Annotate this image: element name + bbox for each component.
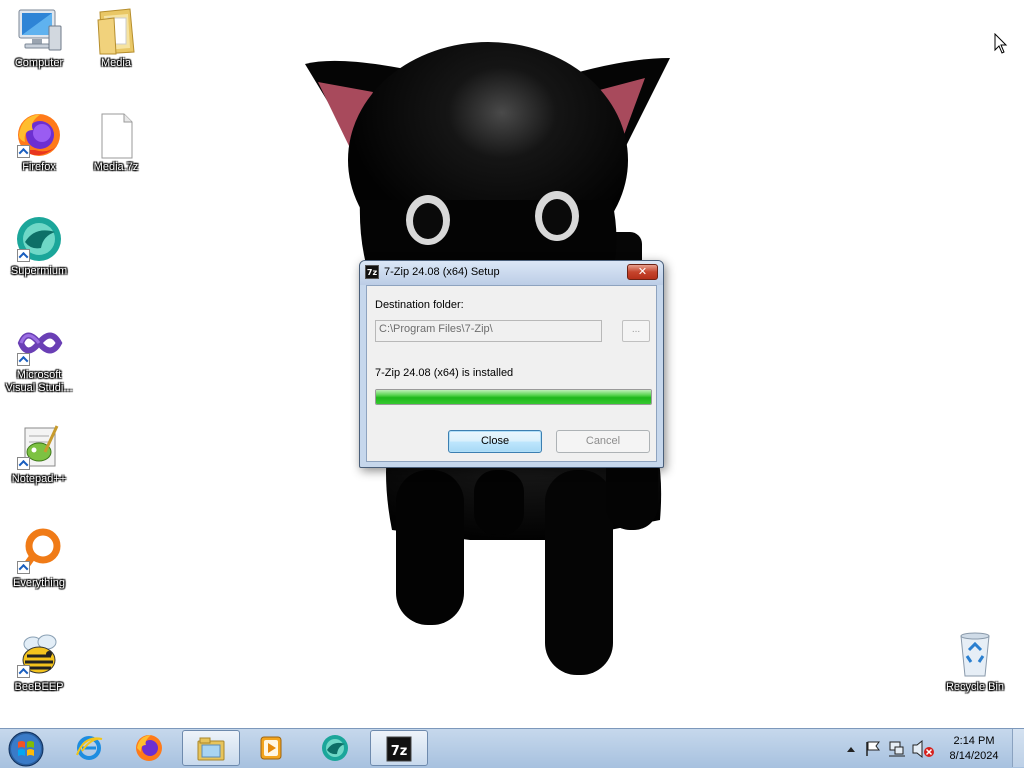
explorer-folder-icon bbox=[197, 737, 225, 761]
setup-dialog: 7z 7-Zip 24.08 (x64) Setup ✕ Destination… bbox=[359, 260, 664, 468]
shortcut-arrow-icon bbox=[17, 457, 30, 470]
desktop-icon-computer[interactable]: Computer bbox=[1, 6, 77, 70]
desktop-icon-beebeep[interactable]: BeeBEEP bbox=[1, 630, 77, 694]
browse-button[interactable]: ... bbox=[622, 320, 650, 342]
shortcut-arrow-icon bbox=[17, 249, 30, 262]
desktop-icon-label: BeeBEEP bbox=[14, 681, 64, 693]
volume-muted-icon[interactable] bbox=[912, 739, 934, 759]
desktop-icon-label: Microsoft Visual Studi... bbox=[5, 369, 73, 394]
desktop-icon-label: Everything bbox=[13, 577, 65, 589]
mouse-cursor-icon bbox=[994, 33, 1008, 54]
show-hidden-icons-icon[interactable] bbox=[847, 747, 855, 752]
dialog-title: 7-Zip 24.08 (x64) Setup bbox=[384, 266, 500, 278]
action-center-flag-icon[interactable] bbox=[866, 741, 880, 756]
desktop-icon-label: Media.7z bbox=[93, 161, 139, 173]
dialog-titlebar[interactable]: 7z 7-Zip 24.08 (x64) Setup ✕ bbox=[360, 261, 663, 285]
destination-label: Destination folder: bbox=[375, 299, 464, 311]
desktop-icon-media-7z[interactable]: Media.7z bbox=[78, 110, 154, 174]
dialog-body: Destination folder: C:\Program Files\7-Z… bbox=[366, 285, 657, 462]
clock-date: 8/14/2024 bbox=[949, 750, 999, 762]
desktop-icon-label: Notepad++ bbox=[11, 473, 67, 485]
start-button[interactable] bbox=[4, 730, 48, 768]
desktop-icon-media[interactable]: Media bbox=[78, 6, 154, 70]
progress-fill bbox=[376, 390, 651, 404]
install-progress-bar bbox=[375, 389, 652, 405]
clock-time: 2:14 PM bbox=[953, 735, 995, 747]
desktop-icon-supermium[interactable]: Supermium bbox=[1, 214, 77, 278]
shortcut-arrow-icon bbox=[17, 561, 30, 574]
taskbar-firefox[interactable] bbox=[121, 730, 179, 766]
desktop-icon-everything[interactable]: Everything bbox=[1, 526, 77, 590]
taskbar-7zip-setup[interactable]: 7z bbox=[370, 730, 428, 766]
system-clock[interactable]: 2:14 PM 8/14/2024 bbox=[940, 734, 1008, 764]
firefox-icon bbox=[136, 735, 162, 761]
desktop-icon-notepadplusplus[interactable]: Notepad++ bbox=[1, 422, 77, 486]
taskbar-windows-explorer[interactable] bbox=[182, 730, 240, 766]
close-button[interactable]: Close bbox=[448, 430, 542, 453]
shortcut-arrow-icon bbox=[17, 353, 30, 366]
network-icon[interactable] bbox=[889, 741, 905, 757]
install-status-text: 7-Zip 24.08 (x64) is installed bbox=[375, 367, 514, 379]
window-close-button[interactable]: ✕ bbox=[627, 264, 658, 280]
folder-icon bbox=[97, 8, 135, 55]
destination-folder-field[interactable]: C:\Program Files\7-Zip\ bbox=[375, 320, 602, 342]
computer-icon bbox=[18, 9, 62, 51]
7zip-icon: 7z bbox=[365, 265, 379, 279]
desktop-icon-visual-studio[interactable]: Microsoft Visual Studi... bbox=[1, 318, 77, 395]
desktop-icon-firefox[interactable]: Firefox bbox=[1, 110, 77, 174]
desktop-icon-label: Supermium bbox=[10, 265, 68, 277]
shortcut-arrow-icon bbox=[17, 145, 30, 158]
desktop-icon-label: Computer bbox=[14, 57, 64, 69]
shortcut-arrow-icon bbox=[17, 665, 30, 678]
svg-text:7z: 7z bbox=[391, 744, 408, 759]
taskbar: 7z 2:14 PM 8/14/2024 bbox=[0, 728, 1024, 768]
desktop-icon-label: Recycle Bin bbox=[945, 681, 1005, 693]
desktop-icon-recycle-bin[interactable]: Recycle Bin bbox=[937, 630, 1013, 694]
taskbar-supermium[interactable] bbox=[307, 730, 365, 766]
desktop-icon-label: Media bbox=[101, 57, 131, 69]
desktop-icon-label: Firefox bbox=[22, 161, 56, 173]
recycle-bin-icon bbox=[960, 632, 990, 677]
cancel-button[interactable]: Cancel bbox=[556, 430, 650, 453]
file-icon bbox=[101, 113, 133, 159]
show-desktop-button[interactable] bbox=[1012, 729, 1024, 767]
media-player-icon bbox=[260, 736, 282, 760]
taskbar-internet-explorer[interactable] bbox=[61, 730, 119, 766]
supermium-icon bbox=[322, 735, 348, 761]
7zip-icon: 7z bbox=[386, 736, 412, 762]
internet-explorer-icon bbox=[76, 736, 103, 760]
notification-area bbox=[847, 739, 934, 759]
taskbar-media-player[interactable] bbox=[243, 730, 301, 766]
